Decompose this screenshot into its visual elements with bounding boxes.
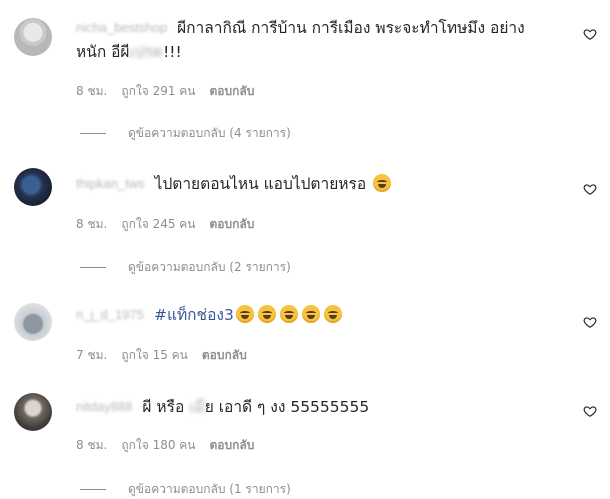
grinning-squinting-face-icon [301,305,320,323]
heart-outline-icon[interactable] [583,182,597,196]
comment-meta: 8 ชม. ถูกใจ 245 คน ตอบกลับ [76,215,268,234]
comment-meta: 8 ชม. ถูกใจ 291 คน ตอบกลับ [76,82,268,101]
grinning-squinting-face-icon [235,305,254,323]
view-replies-label: ดูข้อความตอบกลับ (4 รายการ) [128,126,291,140]
comment-username[interactable]: nicha_bestshop [76,16,167,40]
comment-meta: 7 ชม. ถูกใจ 15 คน ตอบกลับ [76,346,261,365]
grinning-squinting-face-icon [257,305,276,323]
face-with-tears-of-joy-icon [373,174,392,192]
comment-body: n_j_d_1975 #แท็กช่อง3 [76,303,550,327]
like-count[interactable]: ถูกใจ 245 คน [121,217,195,231]
comment-meta: 8 ชม. ถูกใจ 180 คน ตอบกลับ [76,436,268,455]
reply-button[interactable]: ตอบกลับ [202,348,247,362]
divider-line [80,489,106,490]
like-count[interactable]: ถูกใจ 291 คน [121,84,195,98]
like-count[interactable]: ถูกใจ 15 คน [121,348,188,362]
comment-username[interactable]: thipkan_tws [76,172,145,196]
like-count[interactable]: ถูกใจ 180 คน [121,438,195,452]
view-replies-label: ดูข้อความตอบกลับ (1 รายการ) [128,482,291,496]
divider-line [80,267,106,268]
censored-text: เปรต [129,43,164,61]
grinning-squinting-face-icon [279,305,298,323]
comment-time[interactable]: 7 ชม. [76,348,107,362]
heart-outline-icon[interactable] [583,27,597,41]
comment-time[interactable]: 8 ชม. [76,438,107,452]
avatar[interactable] [14,393,52,431]
avatar[interactable] [14,303,52,341]
censored-text: เมี [189,398,205,416]
grinning-squinting-face-icon [323,305,342,323]
avatar[interactable] [14,168,52,206]
reply-button[interactable]: ตอบกลับ [210,84,255,98]
comment-body: nitday888 ผี หรือ เมีย เอาดี ๆ งง 5555555… [76,395,550,419]
view-replies-button[interactable]: ดูข้อความตอบกลับ (2 รายการ) [80,258,291,277]
comment-text: ไปตายตอนไหน แอบไปตายหรอ [154,175,367,193]
heart-outline-icon[interactable] [583,315,597,329]
comment-username[interactable]: n_j_d_1975 [76,303,144,327]
avatar[interactable] [14,18,52,56]
comment-time[interactable]: 8 ชม. [76,217,107,231]
comment-text: ผี หรือ [142,398,190,416]
reply-button[interactable]: ตอบกลับ [210,217,255,231]
comment-body: nicha_bestshop ผีกาลากิณี การีบ้าน การีเม… [76,16,550,64]
comment-body: thipkan_tws ไปตายตอนไหน แอบไปตายหรอ [76,172,550,196]
heart-outline-icon[interactable] [583,404,597,418]
view-replies-button[interactable]: ดูข้อความตอบกลับ (4 รายการ) [80,124,291,143]
view-replies-label: ดูข้อความตอบกลับ (2 รายการ) [128,260,291,274]
comment-time[interactable]: 8 ชม. [76,84,107,98]
comment-text-end: !!! [163,43,182,61]
reply-button[interactable]: ตอบกลับ [210,438,255,452]
comment-username[interactable]: nitday888 [76,395,132,419]
divider-line [80,133,106,134]
view-replies-button[interactable]: ดูข้อความตอบกลับ (1 รายการ) [80,480,291,499]
comment-text-end: ย เอาดี ๆ งง 55555555 [204,398,370,416]
hashtag-link[interactable]: #แท็กช่อง3 [154,306,234,324]
